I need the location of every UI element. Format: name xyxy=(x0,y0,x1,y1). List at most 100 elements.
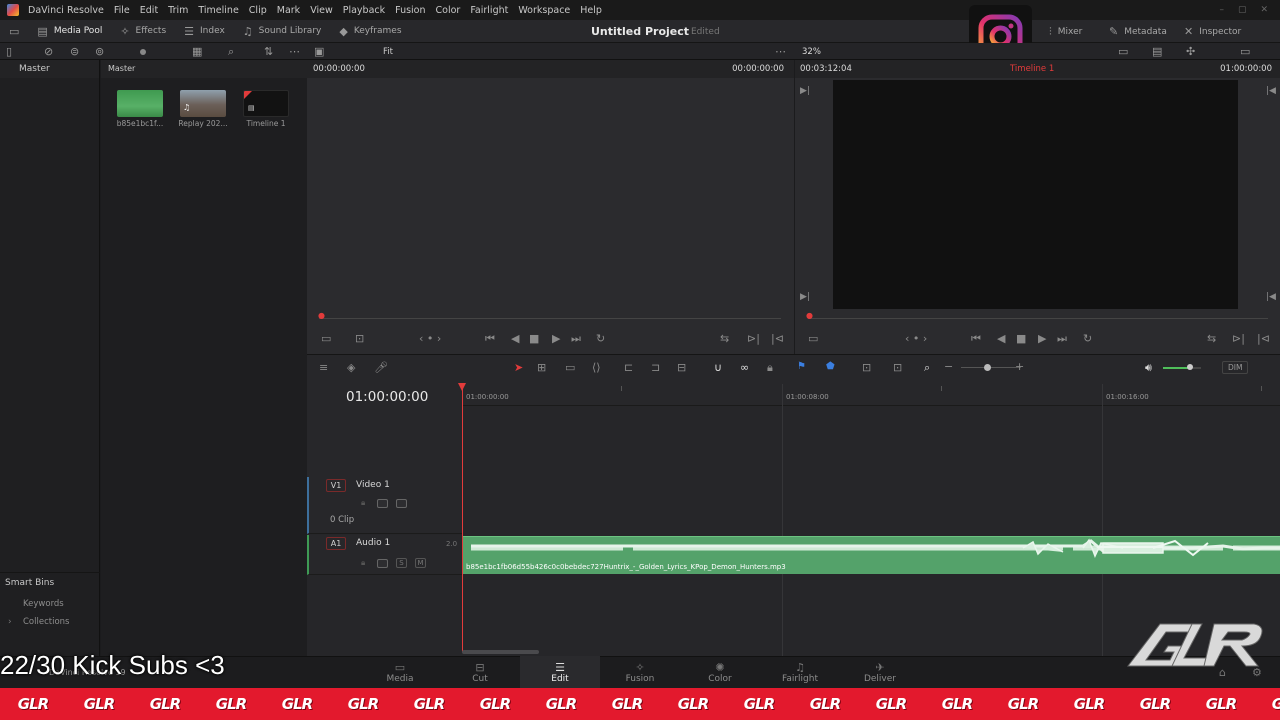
lock-track-icon[interactable]: 🔒︎ xyxy=(361,498,365,508)
menu-file[interactable]: File xyxy=(109,5,135,16)
page-edit[interactable]: ☰ Edit xyxy=(520,656,600,688)
menu-playback[interactable]: Playback xyxy=(338,5,390,16)
blade-tool-icon[interactable]: ⟨⟩ xyxy=(592,361,601,374)
menu-mark[interactable]: Mark xyxy=(272,5,305,16)
disable-track-icon[interactable] xyxy=(396,499,407,508)
replace-clip-icon[interactable]: ⊟ xyxy=(677,361,686,374)
sound-library-button[interactable]: ♫ Sound Library xyxy=(234,20,331,43)
source-scrubber[interactable] xyxy=(319,318,781,319)
mark-in-icon[interactable]: ⊳| xyxy=(747,332,760,345)
zoom-detail-icon[interactable]: ⊡ xyxy=(893,361,902,374)
auto-select-icon[interactable] xyxy=(377,499,388,508)
effects-button[interactable]: ✧ Effects xyxy=(111,20,175,43)
zoom-custom-icon[interactable]: ⌕ xyxy=(924,361,930,375)
menu-fairlight[interactable]: Fairlight xyxy=(465,5,513,16)
page-fusion[interactable]: ✧ Fusion xyxy=(600,656,680,688)
workspace-toggle-button[interactable]: ▭ xyxy=(0,20,28,43)
more-options-icon[interactable]: ⋯ xyxy=(289,46,300,57)
play-icon[interactable]: ▶ xyxy=(552,332,560,345)
snapping-icon[interactable]: ∪ xyxy=(714,361,722,374)
zoom-out-icon[interactable]: − xyxy=(944,360,953,373)
track-name-audio[interactable]: Audio 1 xyxy=(356,538,390,548)
timeline-viewer[interactable]: ▶| ▶| |◀ |◀ ● ▭ ‹ • › ⏮ ◀ ■ ▶ ⏭ ↻ ⇆ ⊳| |… xyxy=(795,78,1280,354)
viewer-size-icon[interactable]: ▭ xyxy=(808,332,818,345)
search-icon[interactable]: ⌕ xyxy=(228,46,234,57)
play-reverse-icon[interactable]: ◀ xyxy=(511,332,519,345)
filter-icon[interactable]: ⊜ xyxy=(70,46,79,57)
go-to-end-icon[interactable]: ⏭ xyxy=(571,332,581,346)
go-to-end-icon[interactable]: ⏭ xyxy=(1057,332,1067,346)
page-deliver[interactable]: ✈ Deliver xyxy=(840,656,920,688)
track-tag-a1[interactable]: A1 xyxy=(326,537,346,550)
menu-trim[interactable]: Trim xyxy=(163,5,193,16)
bin-list-header[interactable]: Master xyxy=(0,60,100,78)
image-view-icon[interactable]: ▣ xyxy=(314,46,324,57)
grid-view-icon[interactable]: ▦ xyxy=(192,46,202,57)
keyframes-button[interactable]: ◆ Keyframes xyxy=(330,20,410,43)
video-track-header[interactable]: V1 Video 1 🔒︎ 0 Clip xyxy=(307,477,462,534)
zoom-in-icon[interactable]: + xyxy=(1015,360,1024,373)
timeline-scrollbar[interactable] xyxy=(462,650,539,654)
loop-icon[interactable]: ↻ xyxy=(1083,332,1092,345)
menu-color[interactable]: Color xyxy=(431,5,466,16)
solo-button[interactable]: S xyxy=(396,558,407,568)
master-volume-knob[interactable] xyxy=(1186,364,1193,370)
master-volume-slider[interactable] xyxy=(1163,367,1201,369)
audio-clip[interactable]: b85e1bc1fb06d55b426c0c0bebdec727Huntrix_… xyxy=(463,536,1280,574)
next-edit-icon[interactable]: |◀ xyxy=(1266,292,1276,302)
page-fairlight[interactable]: ♫ Fairlight xyxy=(760,656,840,688)
panel-layout-icon[interactable]: ▯ xyxy=(6,46,12,57)
zoom-slider-knob[interactable] xyxy=(984,364,991,371)
dynamic-trim-icon[interactable]: ▭ xyxy=(565,361,575,374)
overwrite-clip-icon[interactable]: ⊐ xyxy=(651,361,660,374)
smart-bin-keywords[interactable]: Keywords xyxy=(23,599,64,609)
position-lock-icon[interactable]: 🔒︎ xyxy=(767,361,773,375)
chevron-right-icon[interactable]: › xyxy=(8,617,12,627)
track-tag-v1[interactable]: V1 xyxy=(326,479,346,492)
sort-icon[interactable]: ⇅ xyxy=(264,46,273,57)
timeline-ruler[interactable] xyxy=(462,380,1280,406)
viewer-options-icon[interactable]: ⋯ xyxy=(775,46,786,57)
marker-icon[interactable]: ⬟ xyxy=(826,361,835,372)
voiceover-icon[interactable]: 🎤︎ xyxy=(374,361,388,374)
track-name-video[interactable]: Video 1 xyxy=(356,480,390,490)
minimize-icon[interactable]: – xyxy=(1219,5,1224,15)
flag-icon[interactable]: ⚑ xyxy=(797,361,806,372)
thumbnail-size-slider[interactable] xyxy=(140,49,146,55)
menu-view[interactable]: View xyxy=(305,5,338,16)
viewer-fullscreen-icon[interactable]: ▭ xyxy=(1240,46,1250,57)
zoom-dropdown[interactable]: 32% xyxy=(802,47,821,57)
clip-thumbnail-replay[interactable]: ♫ xyxy=(180,90,226,117)
smart-filter-icon[interactable]: ⊚ xyxy=(95,46,104,57)
smart-bin-collections[interactable]: Collections xyxy=(23,617,69,627)
dim-button[interactable]: DIM xyxy=(1222,361,1249,374)
lock-track-icon[interactable]: 🔒︎ xyxy=(361,558,365,568)
fit-dropdown[interactable]: Fit xyxy=(383,47,393,57)
timeline-name-dropdown[interactable]: Timeline 1 xyxy=(1010,60,1054,78)
replace-icon[interactable]: ⇆ xyxy=(1207,332,1216,345)
media-pool-button[interactable]: ▤ Media Pool xyxy=(28,20,111,43)
timeline-playhead-marker[interactable]: ● xyxy=(806,311,813,320)
previous-edit-icon[interactable]: ▶| xyxy=(800,86,810,96)
mark-out-icon[interactable]: |⊲ xyxy=(1257,332,1270,345)
tag-icon[interactable]: ⊘ xyxy=(44,46,53,57)
insert-clip-icon[interactable]: ⊏ xyxy=(624,361,633,374)
inspector-button[interactable]: ✕ Inspector xyxy=(1175,20,1250,43)
audio-waveform-icon[interactable]: ◈ xyxy=(347,361,355,374)
selection-tool-icon[interactable]: ➤ xyxy=(514,361,523,374)
menu-edit[interactable]: Edit xyxy=(135,5,163,16)
auto-select-icon[interactable] xyxy=(377,559,388,568)
go-to-start-icon[interactable]: ⏮ xyxy=(971,332,981,346)
page-color[interactable]: ✺ Color xyxy=(680,656,760,688)
index-button[interactable]: ☰ Index xyxy=(175,20,234,43)
audio-track-header[interactable]: A1 Audio 1 2.0 🔒︎ S M xyxy=(307,535,462,575)
viewer-mode-icon[interactable]: ▭ xyxy=(1118,46,1128,57)
play-icon[interactable]: ▶ xyxy=(1038,332,1046,345)
menu-clip[interactable]: Clip xyxy=(244,5,272,16)
menu-timeline[interactable]: Timeline xyxy=(193,5,243,16)
source-viewer[interactable]: ● ▭ ⊡ ‹ • › ⏮ ◀ ■ ▶ ⏭ ↻ ⇆ ⊳| |⊲ xyxy=(307,78,794,354)
zoom-full-icon[interactable]: ⊡ xyxy=(862,361,871,374)
jog-control-icon[interactable]: ‹ • › xyxy=(905,332,927,345)
clip-thumbnail-audio[interactable] xyxy=(117,90,163,117)
loop-icon[interactable]: ↻ xyxy=(596,332,605,345)
